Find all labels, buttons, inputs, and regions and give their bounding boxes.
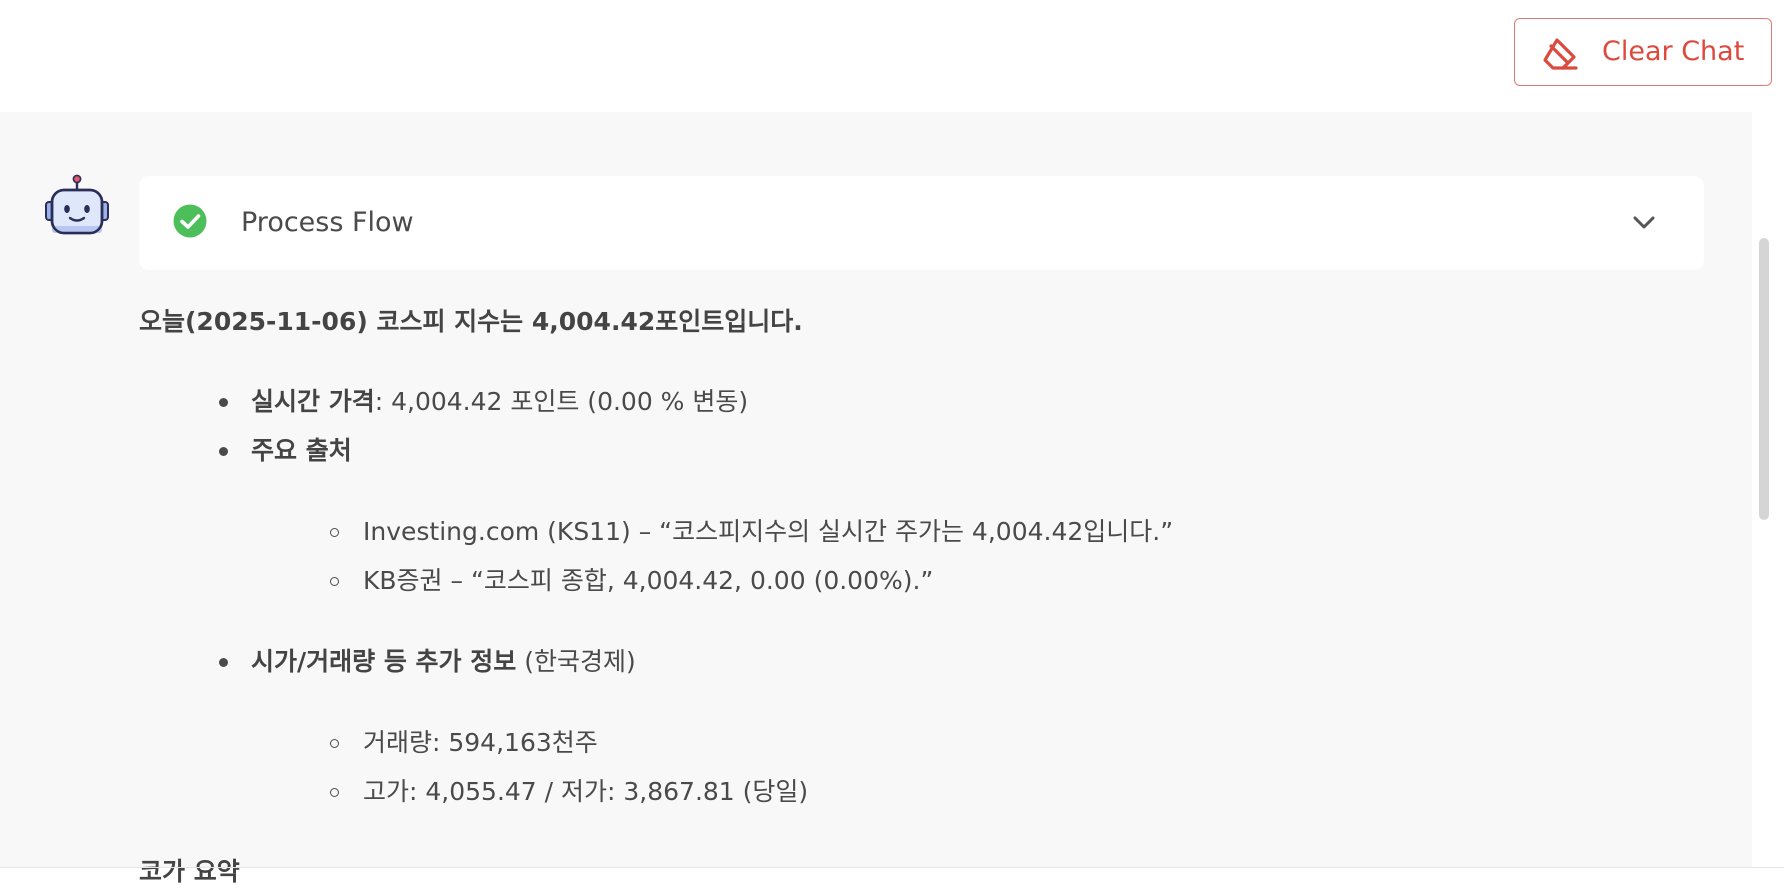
list-item-extra-info: 시가/거래량 등 추가 정보 (한국경제) <box>251 645 636 679</box>
list-item-text: : 4,004.42 포인트 (0.00 % 변동) <box>374 387 749 416</box>
robot-avatar-icon <box>45 174 109 235</box>
bullet-marker <box>219 658 228 667</box>
cut-off-heading: 코가 요약 <box>139 857 240 886</box>
bullet-marker <box>219 398 228 407</box>
list-item-label: 주요 출처 <box>251 436 352 465</box>
check-circle-icon <box>173 204 207 238</box>
top-bar: Clear Chat <box>0 0 1784 112</box>
sub-list-item: Investing.com (KS11) – “코스피지수의 실시간 주가는 4… <box>363 517 1174 546</box>
sub-list-item: 거래량: 594,163천주 <box>363 728 598 757</box>
answer-headline: 오늘(2025-11-06) 코스피 지수는 4,004.42포인트입니다. <box>139 307 803 336</box>
divider <box>0 867 1784 868</box>
sub-bullet-marker <box>330 739 339 748</box>
process-flow-panel[interactable]: Process Flow <box>139 176 1704 270</box>
list-item-text: (한국경제) <box>516 647 636 676</box>
bullet-marker <box>219 447 228 456</box>
sub-bullet-marker <box>330 577 339 586</box>
sub-bullet-marker <box>330 528 339 537</box>
sub-list-item: KB증권 – “코스피 종합, 4,004.42, 0.00 (0.00%).” <box>363 566 934 595</box>
clear-chat-button[interactable]: Clear Chat <box>1514 18 1772 86</box>
clear-chat-label: Clear Chat <box>1602 36 1745 67</box>
eraser-icon <box>1543 38 1578 70</box>
list-item-label: 실시간 가격 <box>251 387 375 416</box>
list-item-label: 시가/거래량 등 추가 정보 <box>251 647 517 676</box>
list-item-sources: 주요 출처 <box>251 434 352 468</box>
process-flow-title: Process Flow <box>241 207 414 238</box>
sub-list-item: 고가: 4,055.47 / 저가: 3,867.81 (당일) <box>363 777 809 806</box>
sub-bullet-marker <box>330 788 339 797</box>
scrollbar-thumb[interactable] <box>1759 238 1769 520</box>
chevron-down-icon[interactable] <box>1631 210 1657 236</box>
list-item-realtime-price: 실시간 가격: 4,004.42 포인트 (0.00 % 변동) <box>251 385 748 419</box>
